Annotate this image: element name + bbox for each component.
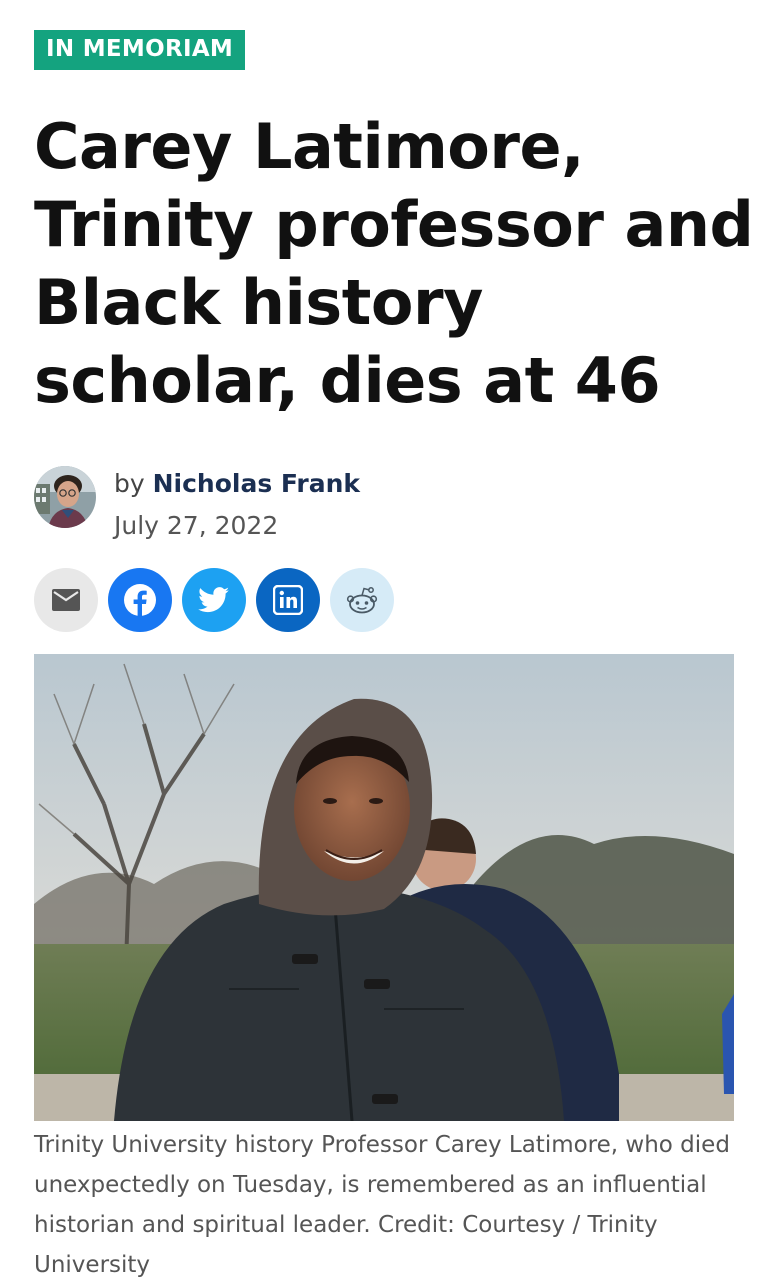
author-avatar[interactable] xyxy=(34,466,96,528)
article-photo[interactable] xyxy=(34,654,734,1121)
byline-prefix: by xyxy=(114,469,145,498)
twitter-icon xyxy=(198,587,230,613)
share-facebook-button[interactable] xyxy=(108,568,172,632)
article-headline: Carey Latimore, Trinity professor and Bl… xyxy=(34,110,754,417)
byline: by Nicholas Frank July 27, 2022 xyxy=(34,456,734,540)
author-link[interactable]: Nicholas Frank xyxy=(153,469,360,498)
share-email-button[interactable] xyxy=(34,568,98,632)
article-header: IN MEMORIAM Carey Latimore, Trinity prof… xyxy=(34,30,754,1285)
share-linkedin-button[interactable] xyxy=(256,568,320,632)
share-reddit-button[interactable] xyxy=(330,568,394,632)
linkedin-icon xyxy=(273,585,303,615)
share-buttons xyxy=(34,568,734,632)
reddit-icon xyxy=(346,587,378,614)
category-badge[interactable]: IN MEMORIAM xyxy=(34,30,246,70)
byline-text: by Nicholas Frank July 27, 2022 xyxy=(114,468,360,542)
email-icon xyxy=(52,589,80,611)
share-twitter-button[interactable] xyxy=(182,568,246,632)
publish-date: July 27, 2022 xyxy=(114,511,279,540)
facebook-icon xyxy=(124,584,156,616)
byline-row: by Nicholas Frank xyxy=(114,468,360,500)
photo-caption: Trinity University history Professor Car… xyxy=(34,1132,730,1278)
